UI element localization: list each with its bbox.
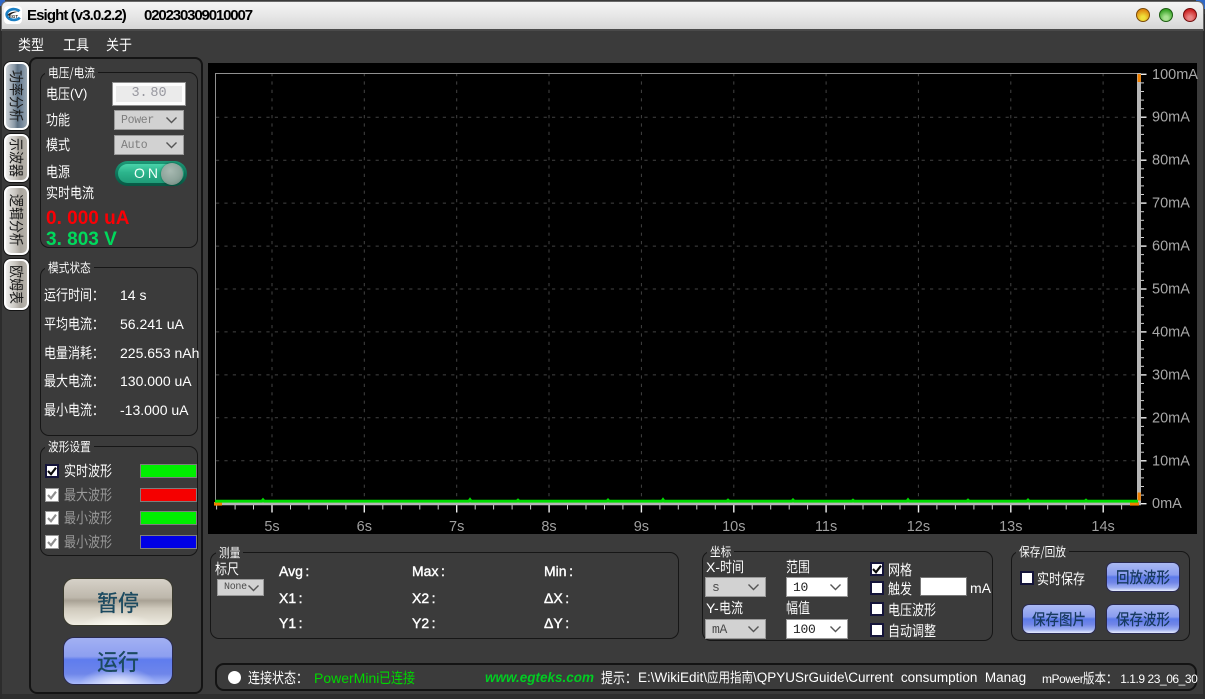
svg-text:90mA: 90mA — [1152, 110, 1190, 126]
svg-text:10mA: 10mA — [1152, 453, 1190, 469]
svg-text:9s: 9s — [634, 519, 649, 535]
svg-text:70mA: 70mA — [1152, 196, 1190, 212]
svg-text:80mA: 80mA — [1152, 153, 1190, 169]
svg-text:6s: 6s — [357, 519, 372, 535]
svg-text:50mA: 50mA — [1152, 282, 1190, 298]
svg-text:100mA: 100mA — [1152, 67, 1198, 83]
svg-text:40mA: 40mA — [1152, 324, 1190, 340]
svg-text:EGT: EGT — [9, 14, 18, 19]
svg-text:0mA: 0mA — [1152, 496, 1182, 512]
svg-text:8s: 8s — [541, 519, 556, 535]
svg-text:13s: 13s — [999, 519, 1022, 535]
svg-text:12s: 12s — [907, 519, 930, 535]
svg-text:7s: 7s — [449, 519, 464, 535]
svg-text:20mA: 20mA — [1152, 410, 1190, 426]
svg-text:11s: 11s — [815, 519, 837, 535]
svg-text:30mA: 30mA — [1152, 367, 1190, 383]
svg-text:14s: 14s — [1091, 519, 1114, 535]
svg-text:5s: 5s — [264, 519, 279, 535]
svg-text:10s: 10s — [722, 519, 745, 535]
svg-text:60mA: 60mA — [1152, 239, 1190, 255]
